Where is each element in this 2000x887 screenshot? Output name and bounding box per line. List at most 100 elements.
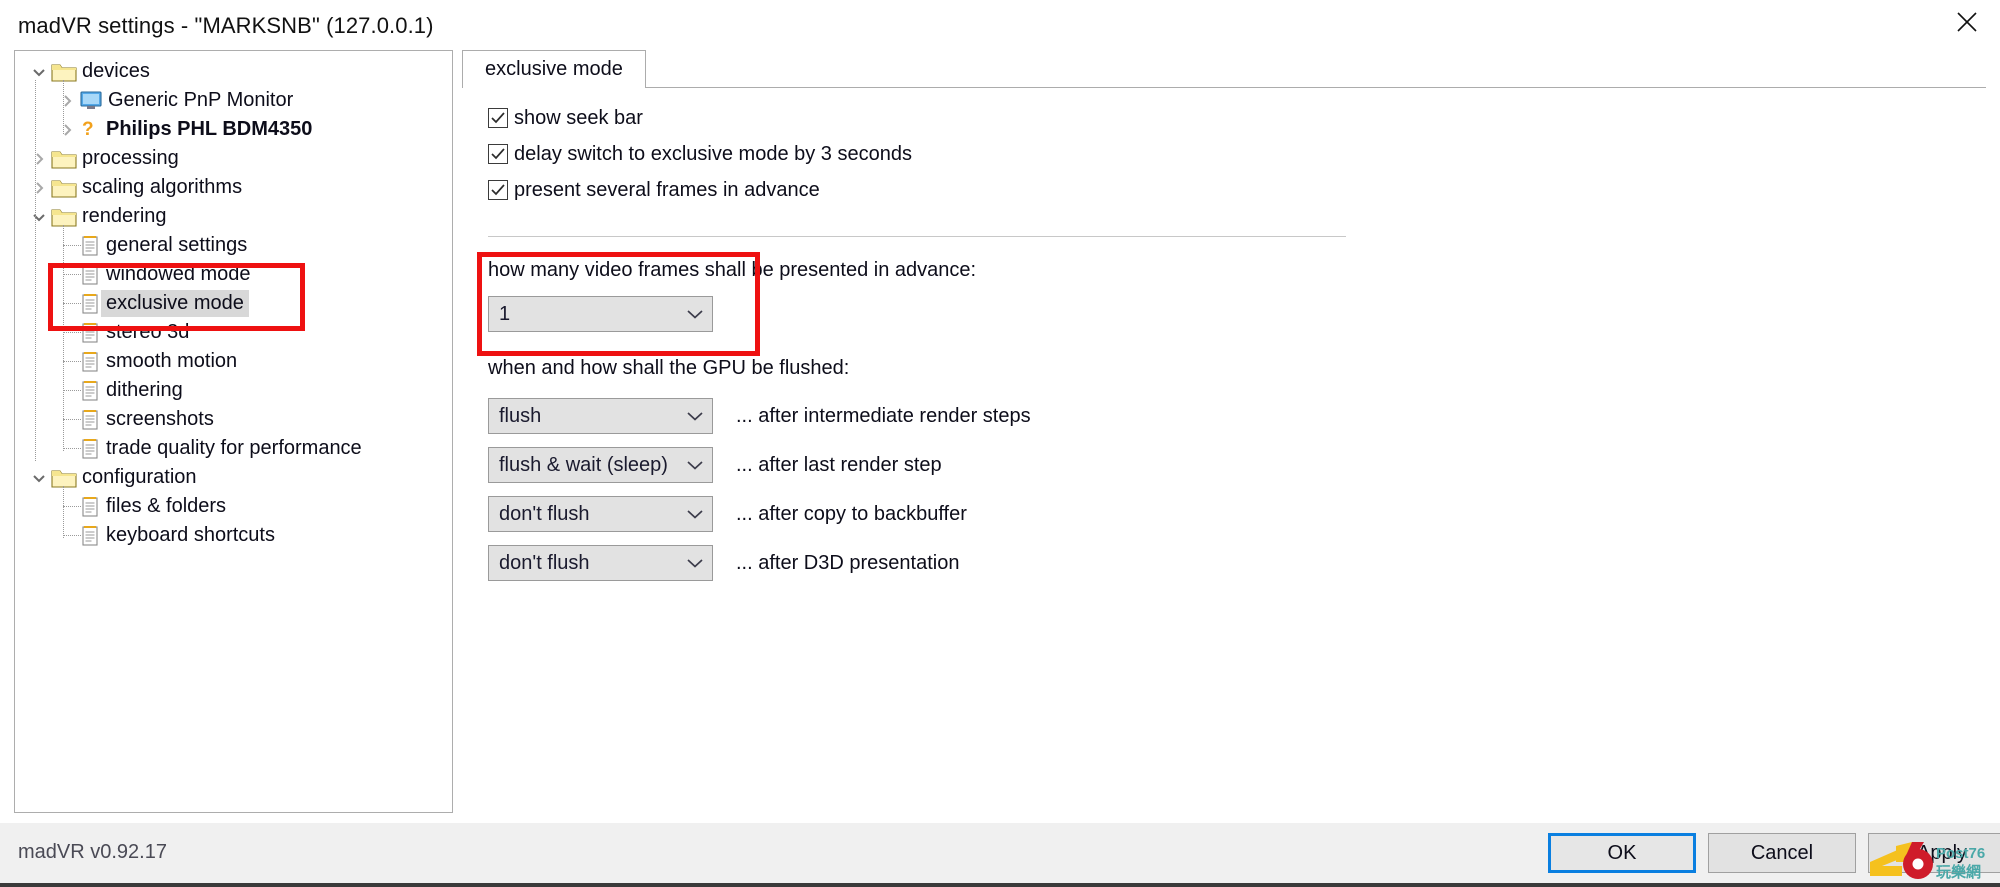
window-bottom-edge	[0, 883, 2000, 887]
ok-button-label: OK	[1607, 841, 1637, 864]
tree-item-philips-phl-bdm4350[interactable]: ? Philips PHL BDM4350	[15, 115, 452, 144]
tree-guide-line	[63, 390, 81, 391]
tree-item-label: scaling algorithms	[82, 176, 243, 198]
footer-bar: madVR v0.92.17 OK Cancel Apply	[0, 822, 2000, 887]
checkbox-label: present several frames in advance	[514, 179, 820, 201]
frames-in-advance-label: how many video frames shall be presented…	[488, 259, 977, 281]
apply-button-label: Apply	[1916, 841, 1968, 864]
settings-tree: devices Generic PnP Monitor? Philips PHL B…	[15, 51, 452, 550]
tree-item-label: windowed mode	[106, 263, 251, 285]
check-icon[interactable]	[488, 180, 508, 200]
chevron-down-icon[interactable]	[27, 205, 51, 229]
page-icon	[79, 495, 101, 519]
page-icon	[79, 234, 101, 258]
tree-item-rendering[interactable]: rendering	[15, 202, 452, 231]
tree-item-label: devices	[82, 60, 150, 82]
page-icon	[79, 379, 101, 403]
page-icon	[79, 408, 101, 432]
apply-button[interactable]: Apply	[1868, 833, 2000, 873]
tree-guide-line	[63, 448, 81, 449]
chevron-right-icon[interactable]	[27, 147, 51, 171]
folder-icon	[51, 61, 77, 83]
question-icon: ?	[79, 118, 101, 142]
tree-item-label: Philips PHL BDM4350	[106, 118, 313, 140]
gpu-flush-description-backbuffer: ... after copy to backbuffer	[736, 503, 967, 525]
chevron-right-icon[interactable]	[55, 89, 79, 113]
gpu-flush-value: don't flush	[499, 552, 590, 574]
page-icon	[79, 321, 101, 345]
frames-in-advance-dropdown[interactable]: 1	[488, 296, 713, 332]
tab-label: exclusive mode	[485, 58, 623, 80]
gpu-flush-description-d3d: ... after D3D presentation	[736, 552, 960, 574]
page-icon	[79, 437, 101, 461]
tree-guide-line	[63, 419, 81, 420]
monitor-icon	[79, 90, 103, 112]
cancel-button[interactable]: Cancel	[1708, 833, 1856, 873]
tree-guide-line	[63, 303, 81, 304]
checkbox-row-delay-switch[interactable]: delay switch to exclusive mode by 3 seco…	[488, 142, 912, 166]
tree-item-label: smooth motion	[106, 350, 238, 372]
chevron-right-icon[interactable]	[27, 176, 51, 200]
chevron-down-icon[interactable]	[27, 60, 51, 84]
tree-item-label: stereo 3d	[106, 321, 190, 343]
page-icon	[79, 350, 101, 374]
checkbox-label: show seek bar	[514, 107, 643, 129]
close-icon[interactable]	[1934, 0, 2000, 44]
panel-body: show seek bar delay switch to exclusive …	[462, 88, 1986, 813]
check-icon[interactable]	[488, 108, 508, 128]
folder-icon	[51, 467, 77, 489]
tree-item-label: screenshots	[106, 408, 214, 430]
version-label: madVR v0.92.17	[18, 841, 167, 863]
tree-item-generic-pnp-monitor[interactable]: Generic PnP Monitor	[15, 86, 452, 115]
tree-guide-line	[63, 245, 81, 246]
settings-tree-panel[interactable]: devices Generic PnP Monitor? Philips PHL B…	[14, 50, 453, 813]
folder-icon	[51, 206, 77, 228]
page-icon	[79, 263, 101, 287]
tree-item-scaling-algorithms[interactable]: scaling algorithms	[15, 173, 452, 202]
tree-item-label: exclusive mode	[101, 290, 249, 317]
tree-item-configuration[interactable]: configuration	[15, 463, 452, 492]
tree-item-label: keyboard shortcuts	[106, 524, 275, 546]
window-title: madVR settings - "MARKSNB" (127.0.0.1)	[18, 13, 434, 38]
tree-item-label: files & folders	[106, 495, 227, 517]
content-panel: exclusive mode show seek bar delay switc…	[462, 50, 1986, 813]
tree-guide-line	[63, 225, 64, 451]
tab-exclusive-mode[interactable]: exclusive mode	[462, 50, 646, 89]
cancel-button-label: Cancel	[1750, 841, 1814, 864]
svg-text:?: ?	[82, 119, 94, 140]
gpu-flush-dropdown-intermediate[interactable]: flush	[488, 398, 713, 434]
check-icon[interactable]	[488, 144, 508, 164]
page-icon	[79, 524, 101, 548]
checkbox-row-show-seek-bar[interactable]: show seek bar	[488, 106, 643, 130]
title-bar: madVR settings - "MARKSNB" (127.0.0.1)	[0, 0, 2000, 52]
tree-item-label: processing	[82, 147, 179, 169]
gpu-flush-dropdown-d3d[interactable]: don't flush	[488, 545, 713, 581]
tab-strip: exclusive mode	[462, 50, 1986, 89]
tree-guide-line	[63, 361, 81, 362]
gpu-flush-value: flush & wait (sleep)	[499, 454, 668, 476]
folder-icon	[51, 177, 77, 199]
section-divider	[488, 236, 1346, 237]
ok-button[interactable]: OK	[1548, 833, 1696, 873]
tree-guide-line	[63, 274, 81, 275]
chevron-right-icon[interactable]	[55, 118, 79, 142]
gpu-flush-description-intermediate: ... after intermediate render steps	[736, 405, 1031, 427]
folder-icon	[51, 148, 77, 170]
gpu-flush-value: don't flush	[499, 503, 590, 525]
gpu-flush-dropdown-backbuffer[interactable]: don't flush	[488, 496, 713, 532]
tree-guide-line	[63, 535, 81, 536]
tree-item-processing[interactable]: processing	[15, 144, 452, 173]
checkbox-row-present-frames[interactable]: present several frames in advance	[488, 178, 820, 202]
tree-guide-line	[63, 486, 64, 538]
tree-guide-line	[63, 80, 64, 134]
tree-guide-line	[63, 506, 81, 507]
gpu-flush-value: flush	[499, 405, 542, 427]
tree-item-label: general settings	[106, 234, 248, 256]
gpu-flush-label: when and how shall the GPU be flushed:	[488, 357, 850, 379]
tree-guide-line	[63, 332, 81, 333]
chevron-down-icon[interactable]	[27, 466, 51, 490]
tree-item-devices[interactable]: devices	[15, 57, 452, 86]
tree-item-label: dithering	[106, 379, 183, 401]
tree-item-label: Generic PnP Monitor	[108, 89, 294, 111]
gpu-flush-dropdown-last-render[interactable]: flush & wait (sleep)	[488, 447, 713, 483]
